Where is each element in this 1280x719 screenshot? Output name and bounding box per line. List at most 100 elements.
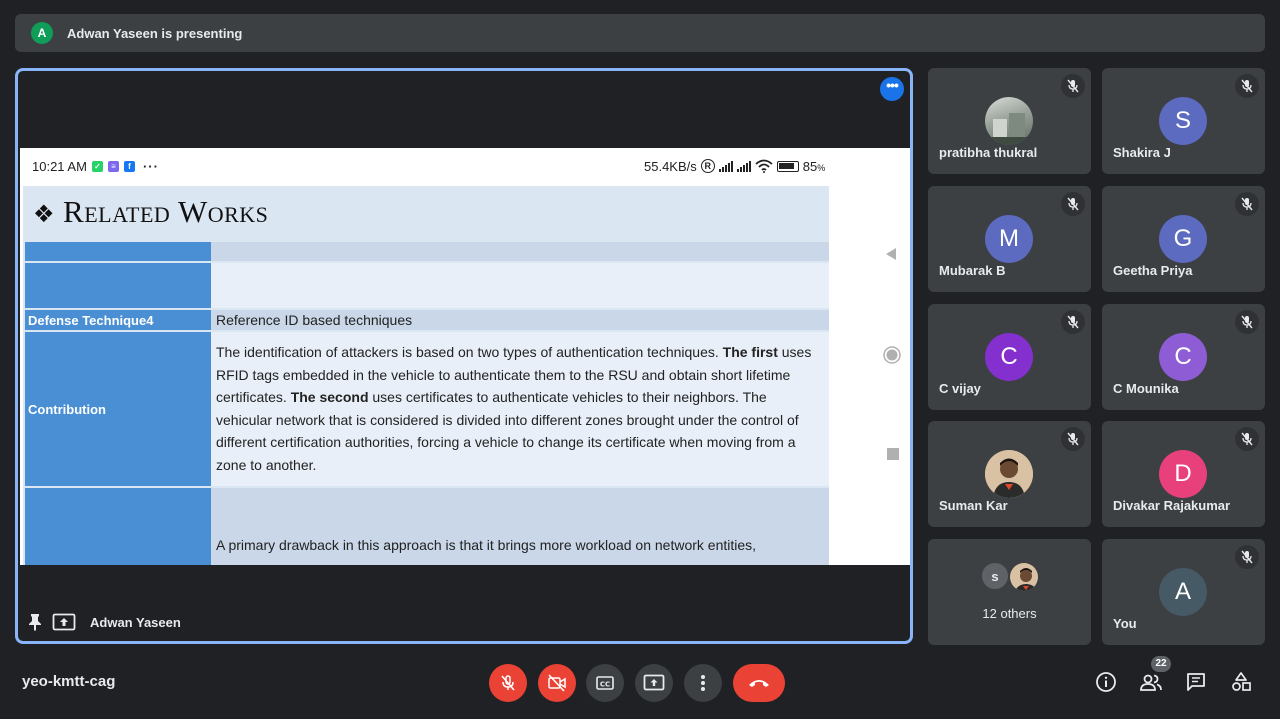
table-row: Contribution The identification of attac… <box>25 332 829 486</box>
row-label <box>25 263 211 308</box>
self-tile[interactable]: A You <box>1102 539 1265 645</box>
participant-tile[interactable]: G Geetha Priya <box>1102 186 1265 292</box>
row-text <box>213 242 829 261</box>
present-screen-icon <box>643 674 665 691</box>
people-button[interactable] <box>1138 669 1164 695</box>
camera-toggle-button[interactable] <box>538 664 576 702</box>
phone-status-bar: 10:21 AM ✓ ≡ f ··· 55.4KB/s R 85% <box>20 148 910 184</box>
presenter-name: Adwan Yaseen <box>90 614 181 630</box>
row-text <box>213 263 829 308</box>
meeting-code: yeo-kmtt-cag <box>22 673 116 690</box>
camera-off-icon <box>548 674 566 692</box>
mic-off-icon <box>1061 74 1085 98</box>
participant-tile[interactable]: C C Mounika <box>1102 304 1265 410</box>
back-nav-icon <box>886 248 896 260</box>
more-vert-icon <box>701 675 705 691</box>
participant-name: Mubarak B <box>939 263 1006 278</box>
captions-button[interactable]: CC <box>586 664 624 702</box>
others-tile[interactable]: s 12 others <box>928 539 1091 645</box>
participant-tile[interactable]: S Shakira J <box>1102 68 1265 174</box>
more-options-button[interactable] <box>684 664 722 702</box>
battery-level: 85% <box>802 158 826 174</box>
table-row: A primary drawback in this approach is t… <box>25 488 829 565</box>
wifi-icon <box>755 159 773 173</box>
participant-tile[interactable]: C C vijay <box>928 304 1091 410</box>
participant-tile[interactable]: M Mubarak B <box>928 186 1091 292</box>
mic-off-icon <box>1235 310 1259 334</box>
more-options-button[interactable]: ••• <box>880 77 904 101</box>
whatsapp-icon: ✓ <box>91 160 103 172</box>
network-speed: 55.4KB/s <box>644 158 697 174</box>
home-nav-icon <box>883 346 901 364</box>
mic-off-icon <box>1061 310 1085 334</box>
participant-name: Suman Kar <box>939 498 1008 513</box>
people-count-badge: 22 <box>1151 656 1171 672</box>
presenter-label: Adwan Yaseen <box>28 613 181 631</box>
registered-icon: R <box>700 159 715 173</box>
svg-text:CC: CC <box>600 681 610 689</box>
row-label: Defense Technique4 <box>25 310 211 330</box>
slide: ❖ Related Works Defense Technique4 Refere… <box>23 186 829 565</box>
mic-off-icon <box>1235 545 1259 569</box>
mic-off-icon <box>1061 192 1085 216</box>
presenter-avatar: A <box>31 22 53 44</box>
battery-icon <box>776 160 799 172</box>
row-text: A primary drawback in this approach is t… <box>216 537 757 553</box>
status-time: 10:21 AM <box>32 158 87 174</box>
participant-name: Geetha Priya <box>1113 263 1193 278</box>
mic-off-icon <box>1235 192 1259 216</box>
slide-title: ❖ Related Works <box>33 194 269 229</box>
diamond-bullet-icon: ❖ <box>33 200 56 228</box>
participant-name: Shakira J <box>1113 145 1171 160</box>
presentation-tile[interactable]: ••• 10:21 AM ✓ ≡ f ··· 55.4KB/s R 85% ❖ … <box>15 68 913 644</box>
mic-off-icon <box>1235 74 1259 98</box>
mic-off-icon <box>1061 427 1085 451</box>
more-notifications-icon: ··· <box>142 158 159 174</box>
others-count: 12 others <box>982 606 1037 621</box>
presenting-text: Adwan Yaseen is presenting <box>67 25 243 41</box>
info-icon <box>1096 672 1116 692</box>
table-row <box>25 242 829 261</box>
row-text: Reference ID based techniques <box>216 312 413 328</box>
mic-toggle-button[interactable] <box>489 664 527 702</box>
participant-avatar: D <box>1159 450 1207 498</box>
table-row: Defense Technique4 Reference ID based te… <box>25 310 829 330</box>
row-label <box>25 242 211 261</box>
participant-name: You <box>1113 616 1137 631</box>
row-label: Contribution <box>25 332 211 486</box>
participant-avatar: A <box>1159 568 1207 616</box>
chat-icon <box>1187 673 1205 691</box>
participant-tile[interactable]: Suman Kar <box>928 421 1091 527</box>
mic-off-icon <box>1235 427 1259 451</box>
present-now-button[interactable] <box>635 664 673 702</box>
control-bar: yeo-kmtt-cag CC <box>0 655 1280 719</box>
others-avatar: s <box>980 561 1010 591</box>
participant-name: pratibha thukral <box>939 145 1038 160</box>
participant-tile[interactable]: D Divakar Rajakumar <box>1102 421 1265 527</box>
meeting-details-button[interactable] <box>1093 669 1119 695</box>
hang-up-icon <box>749 680 769 687</box>
pin-icon[interactable] <box>28 613 42 631</box>
participant-tile[interactable]: pratibha thukral <box>928 68 1091 174</box>
participant-name: Divakar Rajakumar <box>1113 498 1231 513</box>
participant-name: C vijay <box>939 381 981 396</box>
participant-photo <box>985 450 1033 498</box>
screen-share-icon <box>52 613 76 631</box>
others-photo <box>1008 561 1040 593</box>
chat-button[interactable] <box>1183 669 1209 695</box>
facebook-icon: f <box>123 160 135 172</box>
participant-avatar: C <box>1159 333 1207 381</box>
signal-2-icon <box>736 160 751 172</box>
participant-avatar: C <box>985 333 1033 381</box>
captions-icon: CC <box>596 676 614 690</box>
activities-button[interactable] <box>1228 669 1254 695</box>
messenger-icon: ≡ <box>107 160 119 172</box>
end-call-button[interactable] <box>733 664 785 702</box>
participant-photo <box>985 97 1033 145</box>
participant-avatar: G <box>1159 215 1207 263</box>
recents-nav-icon <box>887 448 899 460</box>
participant-name: C Mounika <box>1113 381 1179 396</box>
row-label <box>25 488 211 565</box>
presenting-banner: A Adwan Yaseen is presenting <box>15 14 1265 52</box>
row-text: The identification of attackers is based… <box>216 344 812 473</box>
